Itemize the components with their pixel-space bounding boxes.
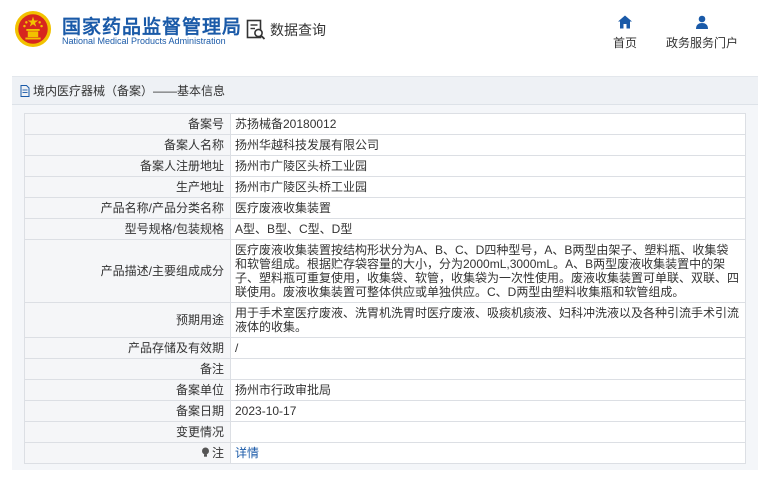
table-row: 生产地址 扬州市广陵区头桥工业园	[24, 176, 746, 198]
table-row: 注 详情	[24, 442, 746, 464]
field-label: 产品名称/产品分类名称	[24, 197, 231, 219]
nav-home[interactable]: 首页	[606, 14, 644, 51]
field-label: 产品描述/主要组成成分	[24, 239, 231, 303]
user-icon	[696, 15, 708, 29]
field-value	[230, 358, 746, 380]
nav-home-label: 首页	[612, 36, 637, 50]
nav-service-portal[interactable]: 政务服务门户	[660, 14, 744, 51]
field-value: 用于手术室医疗废液、洗胃机洗胃时医疗废液、吸痰机痰液、妇科冲洗液以及各种引流手术…	[230, 302, 746, 338]
lightbulb-icon	[201, 447, 209, 457]
field-value: A型、B型、C型、D型	[230, 218, 746, 240]
table-row: 产品存储及有效期 /	[24, 337, 746, 359]
table-row: 备案单位 扬州市行政审批局	[24, 379, 746, 401]
table-row: 型号规格/包装规格 A型、B型、C型、D型	[24, 218, 746, 240]
field-label: 生产地址	[24, 176, 231, 198]
field-label: 备注	[24, 358, 231, 380]
table-row: 变更情况	[24, 421, 746, 443]
site-title[interactable]: 国家药品监督管理局	[62, 12, 242, 39]
field-label: 备案号	[24, 113, 231, 135]
data-query-link[interactable]: 数据查询	[246, 18, 326, 42]
site-header: 国家药品监督管理局 National Medical Products Admi…	[0, 0, 758, 62]
field-value	[230, 421, 746, 443]
record-detail-table: 备案号 苏扬械备20180012 备案人名称 扬州华越科技发展有限公司 备案人注…	[24, 113, 746, 464]
data-query-icon	[246, 19, 266, 40]
table-row: 备案人名称 扬州华越科技发展有限公司	[24, 134, 746, 156]
nav-service-portal-label: 政务服务门户	[665, 36, 738, 50]
field-label: 产品存储及有效期	[24, 337, 231, 359]
data-query-label: 数据查询	[270, 22, 326, 38]
field-value: /	[230, 337, 746, 359]
field-label: 变更情况	[24, 421, 231, 443]
site-subtitle: National Medical Products Administration	[62, 36, 226, 46]
field-value: 扬州市广陵区头桥工业园	[230, 155, 746, 177]
field-label: 备案人名称	[24, 134, 231, 156]
national-emblem-icon[interactable]	[14, 10, 52, 48]
detail-cell: 详情	[230, 442, 746, 464]
breadcrumb: 境内医疗器械（备案）——基本信息	[12, 77, 758, 105]
field-value: 苏扬械备20180012	[230, 113, 746, 135]
field-value: 2023-10-17	[230, 400, 746, 422]
detail-link[interactable]: 详情	[235, 446, 259, 460]
table-row: 备案日期 2023-10-17	[24, 400, 746, 422]
field-value: 扬州华越科技发展有限公司	[230, 134, 746, 156]
note-label: 注	[211, 446, 224, 460]
field-value: 扬州市行政审批局	[230, 379, 746, 401]
breadcrumb-text: 境内医疗器械（备案）——基本信息	[33, 84, 226, 98]
field-value: 医疗废液收集装置按结构形状分为A、B、C、D四种型号，A、B两型由架子、塑料瓶、…	[230, 239, 746, 303]
table-row: 预期用途 用于手术室医疗废液、洗胃机洗胃时医疗废液、吸痰机痰液、妇科冲洗液以及各…	[24, 302, 746, 338]
table-row: 备案号 苏扬械备20180012	[24, 113, 746, 135]
table-row: 产品描述/主要组成成分 医疗废液收集装置按结构形状分为A、B、C、D四种型号，A…	[24, 239, 746, 303]
field-label: 备案单位	[24, 379, 231, 401]
field-value: 扬州市广陵区头桥工业园	[230, 176, 746, 198]
field-label: 备案人注册地址	[24, 155, 231, 177]
table-row: 产品名称/产品分类名称 医疗废液收集装置	[24, 197, 746, 219]
field-label: 预期用途	[24, 302, 231, 338]
table-row: 备案人注册地址 扬州市广陵区头桥工业园	[24, 155, 746, 177]
table-row: 备注	[24, 358, 746, 380]
content-panel: 境内医疗器械（备案）——基本信息 备案号 苏扬械备20180012 备案人名称 …	[12, 76, 758, 470]
field-label: 型号规格/包装规格	[24, 218, 231, 240]
note-label-cell: 注	[24, 442, 231, 464]
document-icon	[20, 84, 30, 97]
field-label: 备案日期	[24, 400, 231, 422]
home-icon	[618, 15, 632, 29]
field-value: 医疗废液收集装置	[230, 197, 746, 219]
